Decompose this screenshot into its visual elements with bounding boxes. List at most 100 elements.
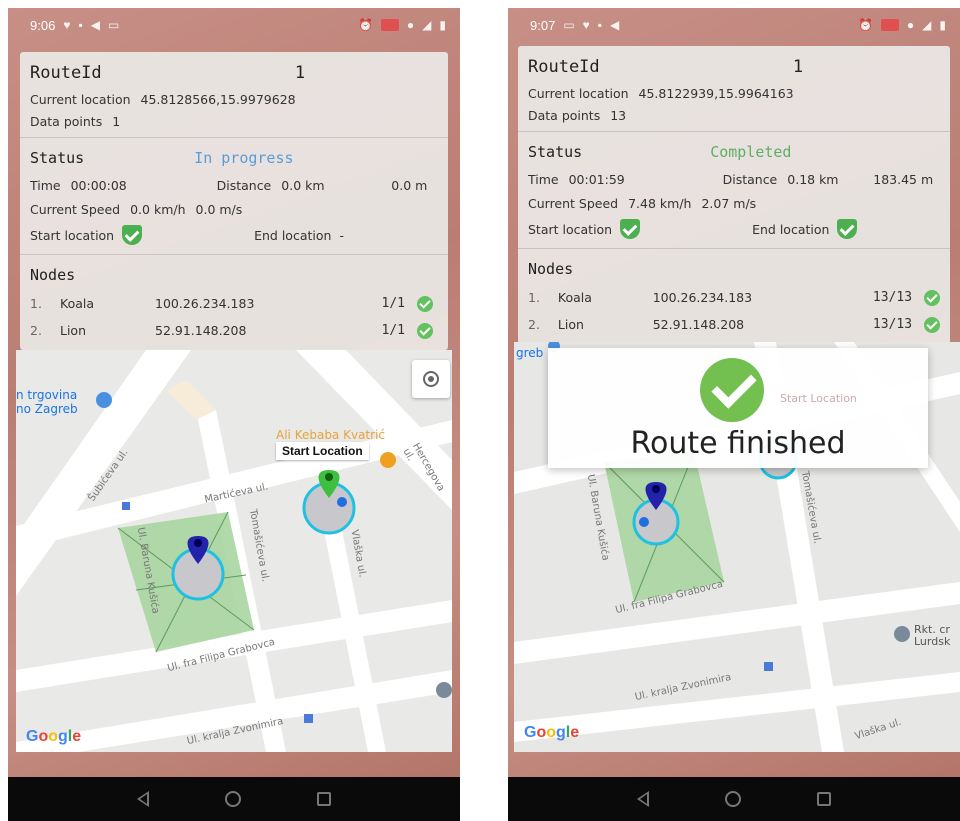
poi-label[interactable]: greb — [516, 346, 543, 360]
check-circle-icon — [924, 316, 940, 333]
dialog-message: Route finished — [630, 426, 846, 461]
start-end-row: Start location End location — [528, 215, 940, 243]
navigation-bar — [508, 777, 960, 821]
speed-label: Current Speed — [30, 201, 121, 217]
home-button[interactable] — [725, 791, 741, 807]
route-id-label: RouteId — [30, 63, 102, 83]
time-value: 00:00:08 — [70, 177, 127, 193]
time-value: 00:01:59 — [568, 171, 625, 187]
recent-apps-button[interactable] — [317, 792, 331, 806]
node-name: Koala — [60, 296, 95, 311]
node-index: 2. — [528, 317, 540, 332]
signal-icon: ◢ — [422, 18, 432, 32]
speed-kmh: 7.48 km/h — [628, 195, 692, 211]
divider — [20, 254, 448, 255]
poi-church-label[interactable]: Rkt. cr Lurdsk — [914, 624, 950, 648]
shield-check-icon — [122, 225, 143, 245]
speed-ms: 2.07 m/s — [701, 195, 757, 211]
clock: 9:07 — [530, 17, 556, 33]
my-location-button[interactable] — [412, 360, 450, 398]
distance-m: 183.45 m — [873, 171, 934, 187]
route-id-row: RouteId 1 — [30, 58, 438, 88]
node-index: 1. — [528, 290, 540, 305]
google-logo: Google — [26, 728, 82, 745]
twitter-icon: ♥ — [63, 18, 71, 32]
back-button[interactable] — [137, 791, 149, 807]
location-icon: ● — [906, 18, 915, 32]
data-points-row: Data points 13 — [528, 104, 940, 126]
route-id-value: 1 — [294, 63, 306, 83]
check-circle-icon — [924, 289, 940, 306]
speed-row: Current Speed 7.48 km/h 2.07 m/s — [528, 191, 940, 215]
current-location-label: Current location — [30, 91, 131, 107]
node-name: Lion — [60, 323, 87, 338]
route-id-label: RouteId — [528, 57, 600, 77]
status-row: Status Completed — [528, 137, 940, 167]
current-location-value: 45.8122939,15.9964163 — [638, 85, 794, 101]
google-logo: Google — [524, 724, 580, 741]
shield-check-icon — [837, 219, 858, 239]
poi-store-label[interactable]: n trgovina no Zagreb — [16, 388, 78, 416]
check-circle-icon — [700, 358, 764, 422]
speed-kmh: 0.0 km/h — [130, 201, 186, 217]
alarm-icon: ⏰ — [357, 18, 373, 32]
nodes-header: Nodes — [528, 254, 940, 284]
message-icon: ▭ — [563, 18, 575, 32]
signal-icon: ◢ — [922, 18, 932, 32]
data-points-row: Data points 1 — [30, 110, 438, 132]
recent-apps-button[interactable] — [817, 792, 831, 806]
speed-label: Current Speed — [528, 195, 619, 211]
data-points-label: Data points — [30, 113, 103, 129]
back-button[interactable] — [637, 791, 649, 807]
nodes-label: Nodes — [30, 266, 76, 284]
map-canvas[interactable] — [16, 350, 452, 752]
route-info-card: RouteId 1 Current location 45.8122939,15… — [518, 46, 950, 344]
current-location-label: Current location — [528, 85, 629, 101]
divider — [20, 137, 448, 138]
map-view[interactable]: n trgovina no Zagreb Ali Kebaba Kvatrić … — [16, 350, 452, 752]
cast-icon — [380, 19, 399, 31]
start-end-row: Start location End location - — [30, 221, 438, 249]
node-count: 1/1 — [381, 296, 405, 311]
node-name: Lion — [557, 317, 584, 332]
route-finished-dialog[interactable]: Start Location Route finished — [548, 348, 928, 468]
cast-icon — [880, 19, 899, 31]
poi-bakery-label[interactable]: Ali Kebaba Kvatrić — [276, 428, 385, 442]
node-index: 2. — [30, 323, 42, 338]
speed-ms: 0.0 m/s — [195, 201, 243, 217]
distance-m: 0.0 m — [391, 177, 428, 193]
data-points-value: 13 — [610, 107, 627, 123]
status-label: Status — [30, 149, 85, 167]
clock: 9:06 — [30, 17, 56, 33]
node-index: 1. — [30, 296, 42, 311]
end-location-value: - — [339, 227, 344, 243]
twitter-icon: ♥ — [582, 18, 590, 32]
route-id-row: RouteId 1 — [528, 52, 940, 82]
message-icon: ▭ — [107, 18, 120, 32]
start-location-marker-label[interactable]: Start Location — [276, 442, 369, 460]
distance-label: Distance — [722, 171, 778, 187]
end-location-label: End location — [752, 221, 830, 237]
check-circle-icon — [417, 322, 433, 339]
battery-icon: ▮ — [439, 18, 446, 32]
faint-start-label: Start Location — [780, 392, 857, 405]
phone-screen-in-progress: 9:06 ♥ ▪ ◀ ▭ ⏰ ● ◢ ▮ RouteId 1 Current l… — [8, 8, 460, 821]
start-location-label: Start location — [528, 221, 613, 237]
node-ip: 52.91.148.208 — [652, 317, 745, 332]
nodes-header: Nodes — [30, 260, 438, 290]
shield-check-icon — [620, 219, 641, 239]
status-bar: 9:07 ▭ ♥ ▪ ◀ ⏰ ● ◢ ▮ — [508, 8, 960, 42]
node-count: 13/13 — [872, 290, 913, 305]
list-item: 1. Koala 100.26.234.183 13/13 — [528, 284, 940, 311]
nodes-label: Nodes — [528, 260, 574, 278]
list-item: 2. Lion 52.91.148.208 1/1 — [30, 317, 438, 344]
home-button[interactable] — [225, 791, 241, 807]
node-ip: 52.91.148.208 — [155, 323, 247, 338]
distance-label: Distance — [216, 177, 272, 193]
navigation-bar — [8, 777, 460, 821]
node-ip: 100.26.234.183 — [155, 296, 255, 311]
check-circle-icon — [417, 295, 433, 312]
node-name: Koala — [557, 290, 592, 305]
status-value: In progress — [194, 149, 294, 167]
status-row: Status In progress — [30, 143, 438, 173]
